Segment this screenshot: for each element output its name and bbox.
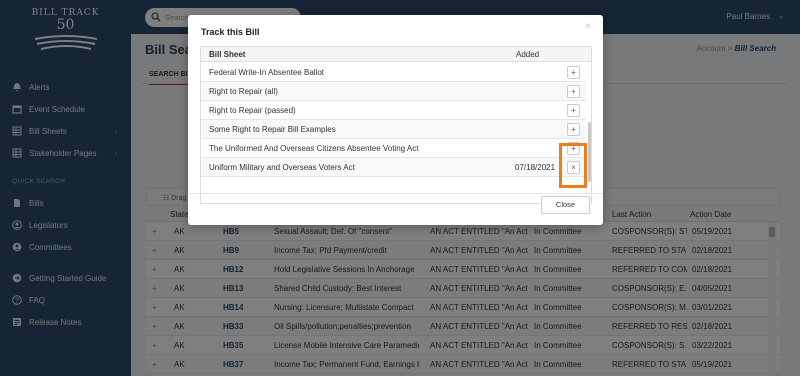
bill-sheet-name: Federal Write-In Absentee Ballot: [209, 68, 325, 77]
bill-sheet-row: Right to Repair (passed) +: [201, 101, 586, 120]
bill-sheet-name: The Uniformed And Overseas Citizens Abse…: [209, 144, 419, 153]
add-to-sheet-button[interactable]: +: [567, 66, 580, 79]
highlight-box: [559, 143, 587, 188]
bill-sheet-list: Bill Sheet Added Federal Write-In Absent…: [200, 46, 592, 204]
bill-sheet-row: Uniform Military and Overseas Voters Act…: [201, 158, 586, 177]
add-to-sheet-button[interactable]: +: [567, 85, 580, 98]
add-to-sheet-button[interactable]: +: [567, 123, 580, 136]
add-to-sheet-button[interactable]: +: [567, 104, 580, 117]
bill-sheet-list-body[interactable]: Federal Write-In Absentee Ballot + Right t…: [201, 62, 593, 205]
modal-title: Track this Bill: [201, 27, 260, 37]
close-icon[interactable]: ×: [585, 21, 591, 32]
close-button[interactable]: Close: [541, 196, 590, 214]
bill-sheet-list-header: Bill Sheet Added: [201, 47, 591, 62]
bill-sheet-row: Federal Write-In Absentee Ballot +: [201, 63, 586, 82]
bill-sheet-added-date: 07/18/2021: [515, 163, 556, 172]
bill-sheet-row: Some Right to Repair Bill Examples +: [201, 120, 586, 139]
bill-sheet-name: Some Right to Repair Bill Examples: [209, 125, 336, 134]
bill-sheet-row: The Uniformed And Overseas Citizens Abse…: [201, 139, 586, 158]
column-header-bill-sheet: Bill Sheet: [209, 50, 246, 59]
list-scrollbar[interactable]: [588, 122, 591, 182]
bill-sheet-row: Right to Repair (all) +: [201, 82, 586, 101]
bill-sheet-name: Right to Repair (passed): [209, 106, 296, 115]
track-bill-modal: Track this Bill × Bill Sheet Added Feder…: [188, 15, 603, 225]
bill-sheet-name: Uniform Military and Overseas Voters Act: [209, 163, 355, 172]
modal-footer-divider: [188, 193, 603, 194]
bill-sheet-name: Right to Repair (all): [209, 87, 278, 96]
column-header-added: Added: [516, 50, 540, 59]
